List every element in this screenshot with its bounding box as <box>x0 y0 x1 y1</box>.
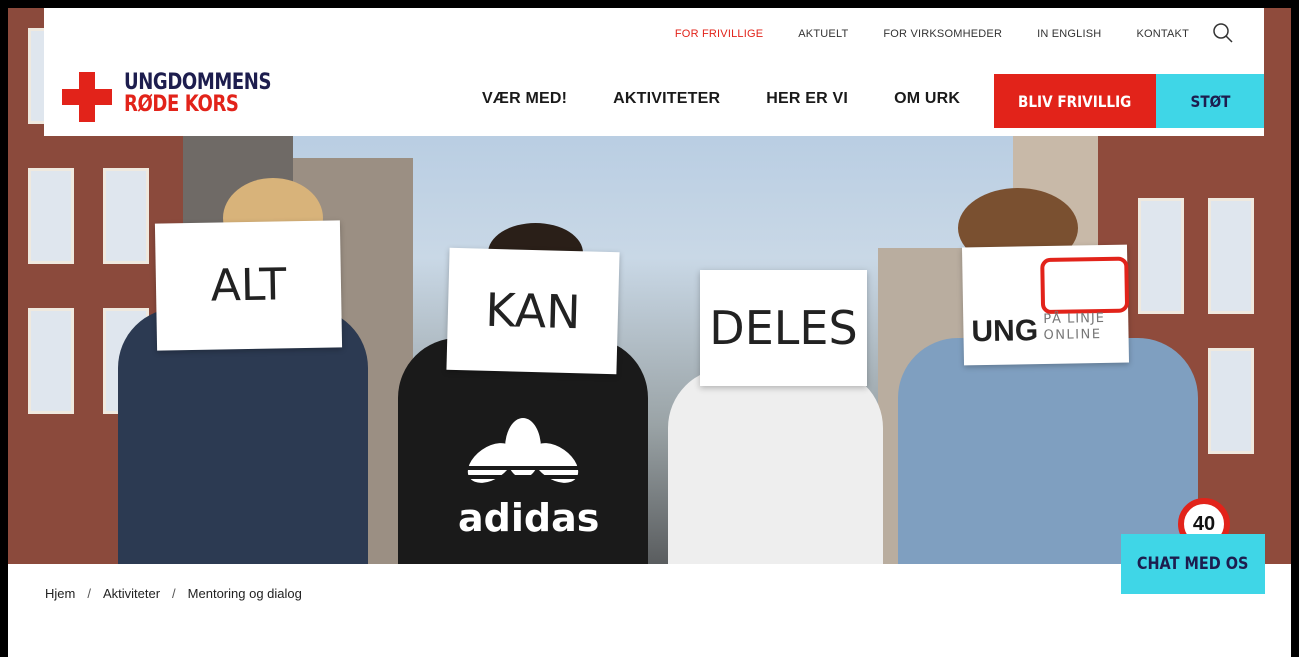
breadcrumb: Hjem / Aktiviteter / Mentoring og dialog <box>45 586 302 601</box>
site-logo[interactable]: UNGDOMMENS RØDE KORS <box>62 70 302 132</box>
top-nav-aktuelt[interactable]: AKTUELT <box>798 28 848 40</box>
sign-ung-online: UNG PÅ LINJE ONLINE <box>961 244 1130 366</box>
breadcrumb-aktiviteter[interactable]: Aktiviteter <box>103 586 160 601</box>
main-nav: VÆR MED! AKTIVITETER HER ER VI OM URK <box>482 90 1006 108</box>
main-nav-her-er-vi[interactable]: HER ER VI <box>766 90 848 108</box>
person-body <box>668 368 883 564</box>
bliv-frivillig-label: BLIV FRIVILLIG <box>1018 91 1132 111</box>
chat-med-os-button[interactable]: CHAT MED OS <box>1121 534 1265 594</box>
main-nav-aktiviteter[interactable]: AKTIVITETER <box>613 90 720 108</box>
bliv-frivillig-button[interactable]: BLIV FRIVILLIG <box>994 74 1156 128</box>
sign-pa-linje: PÅ LINJE <box>1043 310 1106 328</box>
breadcrumb-separator: / <box>87 586 91 601</box>
top-nav-kontakt[interactable]: KONTAKT <box>1136 28 1189 40</box>
stot-button[interactable]: STØT <box>1156 74 1264 128</box>
site-header: FOR FRIVILLIGE AKTUELT FOR VIRKSOMHEDER … <box>44 8 1264 136</box>
sign-kan: KAN <box>446 247 620 375</box>
page-frame: adidas ALT KAN DELES UNG PÅ LINJE ONLINE… <box>8 8 1291 657</box>
top-nav-in-english[interactable]: IN ENGLISH <box>1037 28 1101 40</box>
breadcrumb-separator: / <box>172 586 176 601</box>
top-nav-for-virksomheder[interactable]: FOR VIRKSOMHEDER <box>883 28 1002 40</box>
search-icon[interactable] <box>1212 22 1234 44</box>
sign-ung-text: UNG <box>971 314 1039 349</box>
sign-deles: DELES <box>700 270 867 386</box>
red-cross-icon <box>62 72 112 122</box>
top-nav-for-frivillige[interactable]: FOR FRIVILLIGE <box>675 28 763 40</box>
top-nav: FOR FRIVILLIGE AKTUELT FOR VIRKSOMHEDER … <box>640 28 1189 40</box>
breadcrumb-home[interactable]: Hjem <box>45 586 75 601</box>
main-nav-om-urk[interactable]: OM URK <box>894 90 960 108</box>
chat-label: CHAT MED OS <box>1137 554 1249 574</box>
main-nav-vaer-med[interactable]: VÆR MED! <box>482 90 567 108</box>
breadcrumb-current: Mentoring og dialog <box>187 586 302 601</box>
shirt-logo-text: adidas <box>458 496 600 540</box>
sign-online: ONLINE <box>1043 327 1102 344</box>
speech-bubble-icon <box>1040 256 1130 315</box>
stot-label: STØT <box>1190 91 1230 111</box>
logo-line-2: RØDE KORS <box>124 92 239 117</box>
person-body <box>898 338 1198 564</box>
sign-alt: ALT <box>154 220 343 351</box>
adidas-logo-icon <box>463 418 583 483</box>
